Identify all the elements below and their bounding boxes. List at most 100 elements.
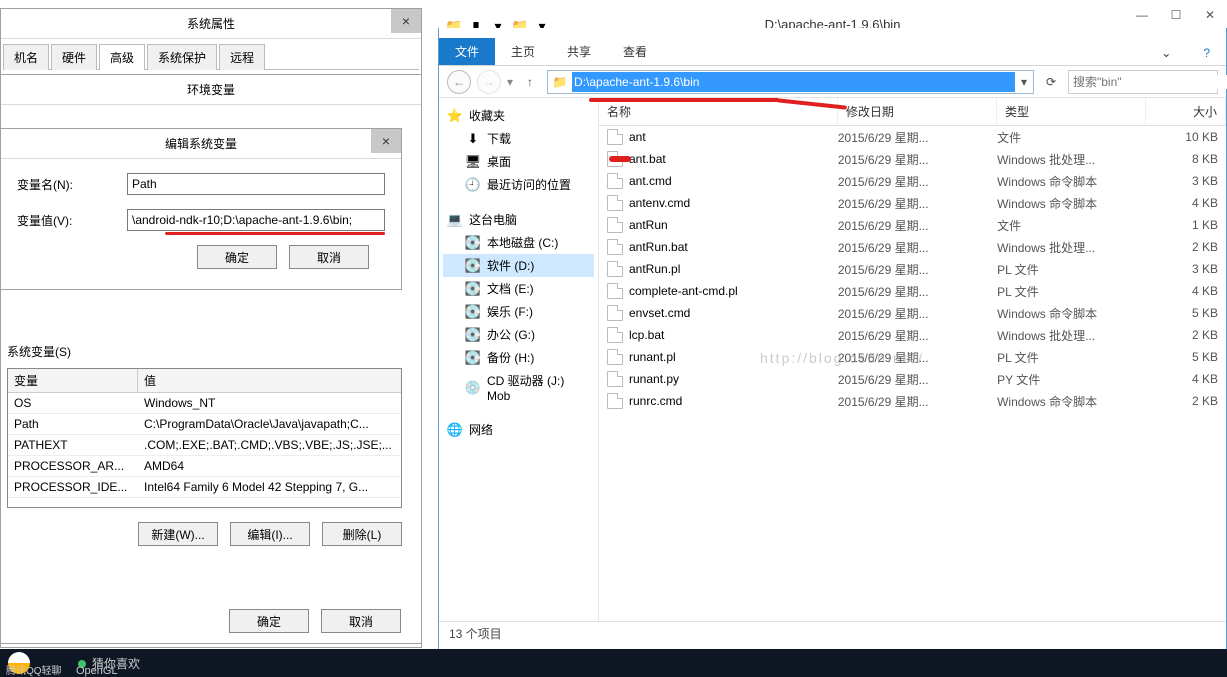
file-name: runant.py (629, 372, 679, 386)
table-row[interactable]: PROCESSOR_AR...AMD64 (8, 456, 401, 477)
nav-recent[interactable]: 🕘最近访问的位置 (443, 173, 594, 196)
network-icon: 🌐 (447, 422, 463, 438)
col-size[interactable]: 大小 (1146, 98, 1226, 125)
nav-pane[interactable]: ⭐收藏夹 ⬇下载 🖥桌面 🕘最近访问的位置 💻这台电脑 💽本地磁盘 (C:) 💽… (439, 98, 599, 621)
forward-icon[interactable]: → (477, 70, 501, 94)
search-field[interactable] (1069, 75, 1227, 89)
edit-button[interactable]: 编辑(I)... (230, 522, 310, 546)
recent-locations-icon[interactable]: ▾ (507, 75, 513, 89)
close-icon[interactable]: × (391, 9, 421, 33)
taskbar[interactable]: 猜你喜欢 腾讯QQ轻聊 OpenGL (0, 649, 1227, 677)
list-item[interactable]: antRun.bat2015/6/29 星期...Windows 批处理...2… (599, 236, 1226, 258)
list-item[interactable]: antenv.cmd2015/6/29 星期...Windows 命令脚本4 K… (599, 192, 1226, 214)
col-val[interactable]: 值 (138, 369, 401, 392)
tab-advanced[interactable]: 高级 (99, 44, 145, 70)
chevron-down-icon[interactable]: ▾ (1015, 75, 1033, 89)
file-size: 4 KB (1146, 196, 1226, 210)
file-size: 1 KB (1146, 218, 1226, 232)
file-icon (607, 349, 623, 365)
nav-drive-e[interactable]: 💽文档 (E:) (443, 277, 594, 300)
var-name-input[interactable] (127, 173, 385, 195)
table-row[interactable]: OSWindows_NT (8, 393, 401, 414)
file-size: 5 KB (1146, 350, 1226, 364)
new-button[interactable]: 新建(W)... (138, 522, 218, 546)
help-icon[interactable]: ? (1187, 41, 1226, 65)
nav-desktop[interactable]: 🖥桌面 (443, 150, 594, 173)
ribbon-share[interactable]: 共享 (551, 38, 607, 65)
explorer-titlebar: 📁 ▮ ▾ 📁 ▾ D:\apache-ant-1.9.6\bin — ☐ ✕ (438, 0, 1227, 28)
nav-drive-cd[interactable]: 💿CD 驱动器 (J:) Mob (443, 369, 594, 406)
file-type: 文件 (997, 217, 1146, 234)
file-date: 2015/6/29 星期... (838, 371, 997, 388)
cancel-button[interactable]: 取消 (321, 609, 401, 633)
file-date: 2015/6/29 星期... (838, 283, 997, 300)
nav-this-pc[interactable]: 💻这台电脑 (443, 208, 594, 231)
cancel-button[interactable]: 取消 (289, 245, 369, 269)
sysvars-table[interactable]: 变量 值 OSWindows_NTPathC:\ProgramData\Orac… (7, 368, 402, 508)
col-date[interactable]: 修改日期 (838, 98, 997, 125)
tab-system-protection[interactable]: 系统保护 (147, 44, 217, 70)
delete-button[interactable]: 删除(L) (322, 522, 402, 546)
annotation-underline (589, 98, 779, 102)
file-name: ant (629, 130, 646, 144)
status-bar: 13 个项目 (439, 621, 1226, 645)
sysvars-label: 系统变量(S) (7, 343, 402, 360)
list-item[interactable]: complete-ant-cmd.pl2015/6/29 星期...PL 文件4… (599, 280, 1226, 302)
list-item[interactable]: runant.py2015/6/29 星期...PY 文件4 KB (599, 368, 1226, 390)
maximize-icon[interactable]: ☐ (1159, 4, 1193, 28)
nav-downloads[interactable]: ⬇下载 (443, 127, 594, 150)
ok-button[interactable]: 确定 (197, 245, 277, 269)
col-type[interactable]: 类型 (997, 98, 1146, 125)
tab-computer-name[interactable]: 机名 (3, 44, 49, 70)
list-item[interactable]: ant2015/6/29 星期...文件10 KB (599, 126, 1226, 148)
file-date: 2015/6/29 星期... (838, 195, 997, 212)
up-icon[interactable]: ↑ (519, 71, 541, 93)
list-item[interactable]: lcp.bat2015/6/29 星期...Windows 批处理...2 KB (599, 324, 1226, 346)
table-row[interactable]: PROCESSOR_IDE...Intel64 Family 6 Model 4… (8, 477, 401, 498)
ribbon-home[interactable]: 主页 (495, 38, 551, 65)
table-row[interactable]: PathC:\ProgramData\Oracle\Java\javapath;… (8, 414, 401, 435)
nav-drive-g[interactable]: 💽办公 (G:) (443, 323, 594, 346)
var-value-input[interactable] (127, 209, 385, 231)
close-icon[interactable]: × (371, 129, 401, 153)
taskbar-opengl[interactable]: OpenGL (76, 665, 118, 677)
back-icon[interactable]: ← (447, 70, 471, 94)
list-item[interactable]: envset.cmd2015/6/29 星期...Windows 命令脚本5 K… (599, 302, 1226, 324)
ribbon-expand-icon[interactable]: ⌄ (1145, 41, 1187, 65)
list-item[interactable]: antRun2015/6/29 星期...文件1 KB (599, 214, 1226, 236)
tab-hardware[interactable]: 硬件 (51, 44, 97, 70)
ribbon-file[interactable]: 文件 (439, 38, 495, 65)
list-item[interactable]: ant.cmd2015/6/29 星期...Windows 命令脚本3 KB (599, 170, 1226, 192)
nav-drive-h[interactable]: 💽备份 (H:) (443, 346, 594, 369)
path-text[interactable]: D:\apache-ant-1.9.6\bin (572, 72, 1015, 92)
file-icon (607, 305, 623, 321)
var-name-label: 变量名(N): (17, 176, 127, 193)
address-input[interactable]: 📁 D:\apache-ant-1.9.6\bin ▾ (547, 70, 1034, 94)
close-icon[interactable]: ✕ (1193, 4, 1227, 28)
list-item[interactable]: runrc.cmd2015/6/29 星期...Windows 命令脚本2 KB (599, 390, 1226, 412)
nav-drive-f[interactable]: 💽娱乐 (F:) (443, 300, 594, 323)
ribbon-view[interactable]: 查看 (607, 38, 663, 65)
list-item[interactable]: ant.bat2015/6/29 星期...Windows 批处理...8 KB (599, 148, 1226, 170)
table-row[interactable]: PATHEXT.COM;.EXE;.BAT;.CMD;.VBS;.VBE;.JS… (8, 435, 401, 456)
drive-icon: 💽 (465, 258, 481, 274)
file-list-header: 名称 修改日期 类型 大小 (599, 98, 1226, 126)
nav-drive-d[interactable]: 💽软件 (D:) (443, 254, 594, 277)
file-icon (607, 283, 623, 299)
tab-remote[interactable]: 远程 (219, 44, 265, 70)
refresh-icon[interactable]: ⟳ (1040, 75, 1062, 89)
minimize-icon[interactable]: — (1125, 4, 1159, 28)
file-list[interactable]: 名称 修改日期 类型 大小 ant2015/6/29 星期...文件10 KBa… (599, 98, 1226, 621)
col-var[interactable]: 变量 (8, 369, 138, 392)
nav-drive-c[interactable]: 💽本地磁盘 (C:) (443, 231, 594, 254)
ok-button[interactable]: 确定 (229, 609, 309, 633)
nav-network[interactable]: 🌐网络 (443, 418, 594, 441)
address-bar: ← → ▾ ↑ 📁 D:\apache-ant-1.9.6\bin ▾ ⟳ 🔍 (439, 66, 1226, 98)
nav-favorites[interactable]: ⭐收藏夹 (443, 104, 594, 127)
editvar-title: 编辑系统变量 × (1, 129, 401, 159)
taskbar-qq[interactable]: 腾讯QQ轻聊 (6, 662, 62, 677)
cell-val: Windows_NT (138, 393, 401, 413)
list-item[interactable]: runant.pl2015/6/29 星期...PL 文件5 KB (599, 346, 1226, 368)
search-input[interactable]: 🔍 (1068, 70, 1218, 94)
list-item[interactable]: antRun.pl2015/6/29 星期...PL 文件3 KB (599, 258, 1226, 280)
